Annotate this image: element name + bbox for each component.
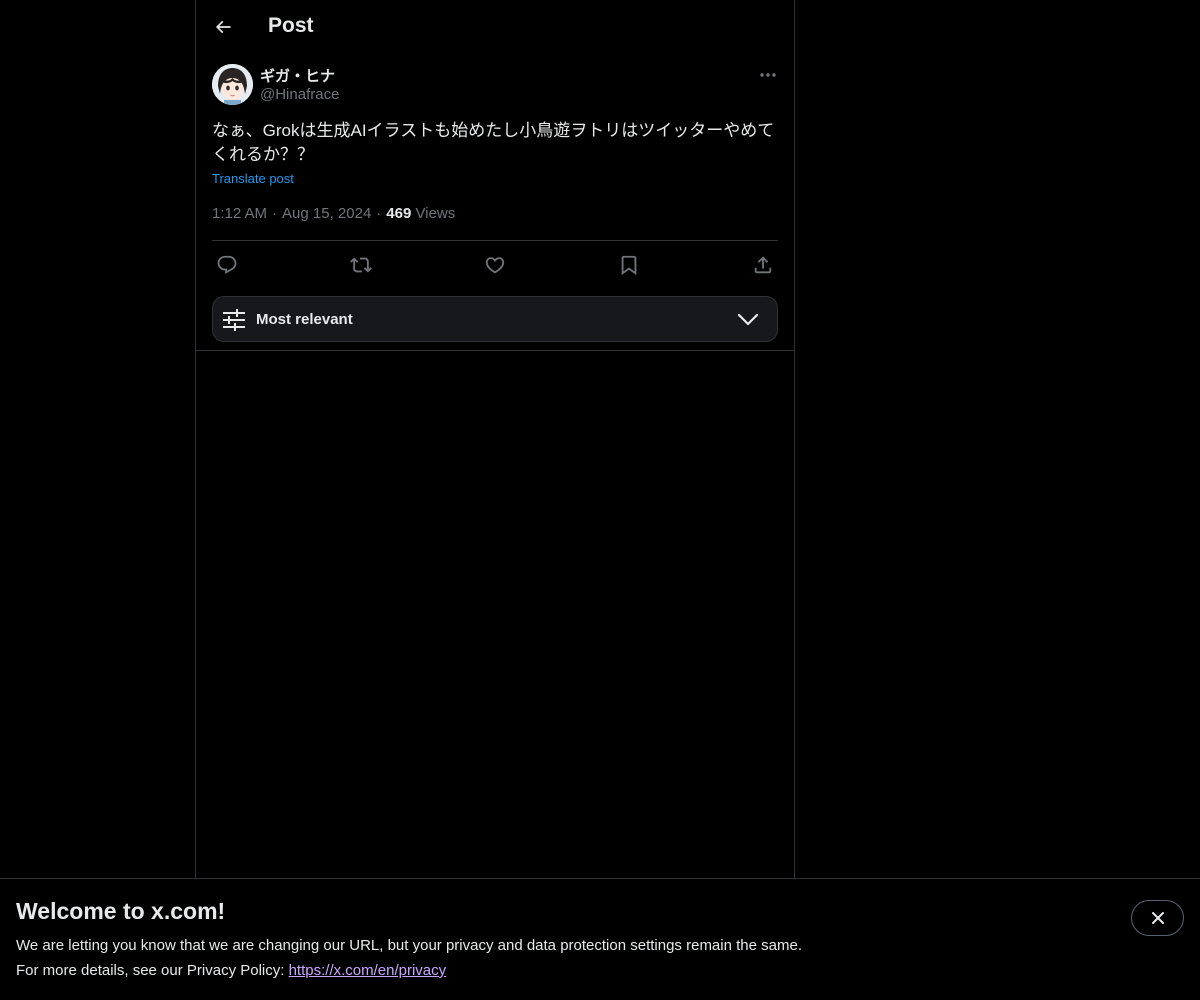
author-handle[interactable]: @Hinafrace <box>260 86 339 103</box>
divider <box>212 240 778 241</box>
post-header: Post <box>196 0 794 54</box>
post-time[interactable]: 1:12 AM <box>212 205 267 222</box>
heart-icon <box>485 257 505 274</box>
avatar[interactable] <box>212 64 253 105</box>
avatar-image <box>212 64 253 105</box>
post-column: Post ギガ・ヒナ @Hinafrace なぁ、Grokは生成AIイラストも始… <box>195 0 795 1000</box>
views-label: Views <box>415 205 456 222</box>
bookmark-button[interactable] <box>615 251 643 279</box>
banner-privacy-prefix: For more details, see our Privacy Policy… <box>16 962 289 979</box>
banner-privacy-line: For more details, see our Privacy Policy… <box>16 962 446 979</box>
share-icon <box>754 256 772 274</box>
separator-dot: · <box>376 205 382 222</box>
sliders-icon <box>223 309 245 331</box>
post-date[interactable]: Aug 15, 2024 <box>282 205 371 222</box>
share-button[interactable] <box>749 251 777 279</box>
translate-post-link[interactable]: Translate post <box>212 171 294 186</box>
back-button[interactable] <box>206 10 240 44</box>
divider <box>196 350 794 351</box>
page-title: Post <box>268 14 314 37</box>
url-change-banner: Welcome to x.com! We are letting you kno… <box>0 878 1200 1000</box>
post-meta: 1:12 AM · Aug 15, 2024 · 469 Views <box>212 205 455 222</box>
repost-icon <box>350 257 372 273</box>
reply-icon <box>217 255 237 274</box>
bookmark-icon <box>621 255 637 276</box>
repost-button[interactable] <box>347 251 375 279</box>
post-text: なぁ、Grokは生成AIイラストも始めたし小鳥遊ヲトリはツイッターやめてくれるか… <box>212 121 775 164</box>
chevron-down-icon <box>737 313 759 326</box>
separator-dot: · <box>272 205 278 222</box>
sort-label: Most relevant <box>256 311 353 328</box>
views-count: 469 <box>386 205 412 222</box>
close-icon <box>1151 912 1164 924</box>
more-options-button[interactable] <box>754 64 782 86</box>
banner-message: We are letting you know that we are chan… <box>16 937 802 954</box>
reply-button[interactable] <box>213 251 241 279</box>
arrow-left-icon <box>215 20 231 34</box>
like-button[interactable] <box>481 251 509 279</box>
banner-title: Welcome to x.com! <box>16 898 226 924</box>
privacy-policy-link[interactable]: https://x.com/en/privacy <box>289 962 447 979</box>
author-display-name[interactable]: ギガ・ヒナ <box>260 65 335 86</box>
banner-close-button[interactable] <box>1131 900 1184 936</box>
more-horizontal-icon <box>760 73 776 77</box>
sort-replies-dropdown[interactable]: Most relevant <box>212 296 778 342</box>
